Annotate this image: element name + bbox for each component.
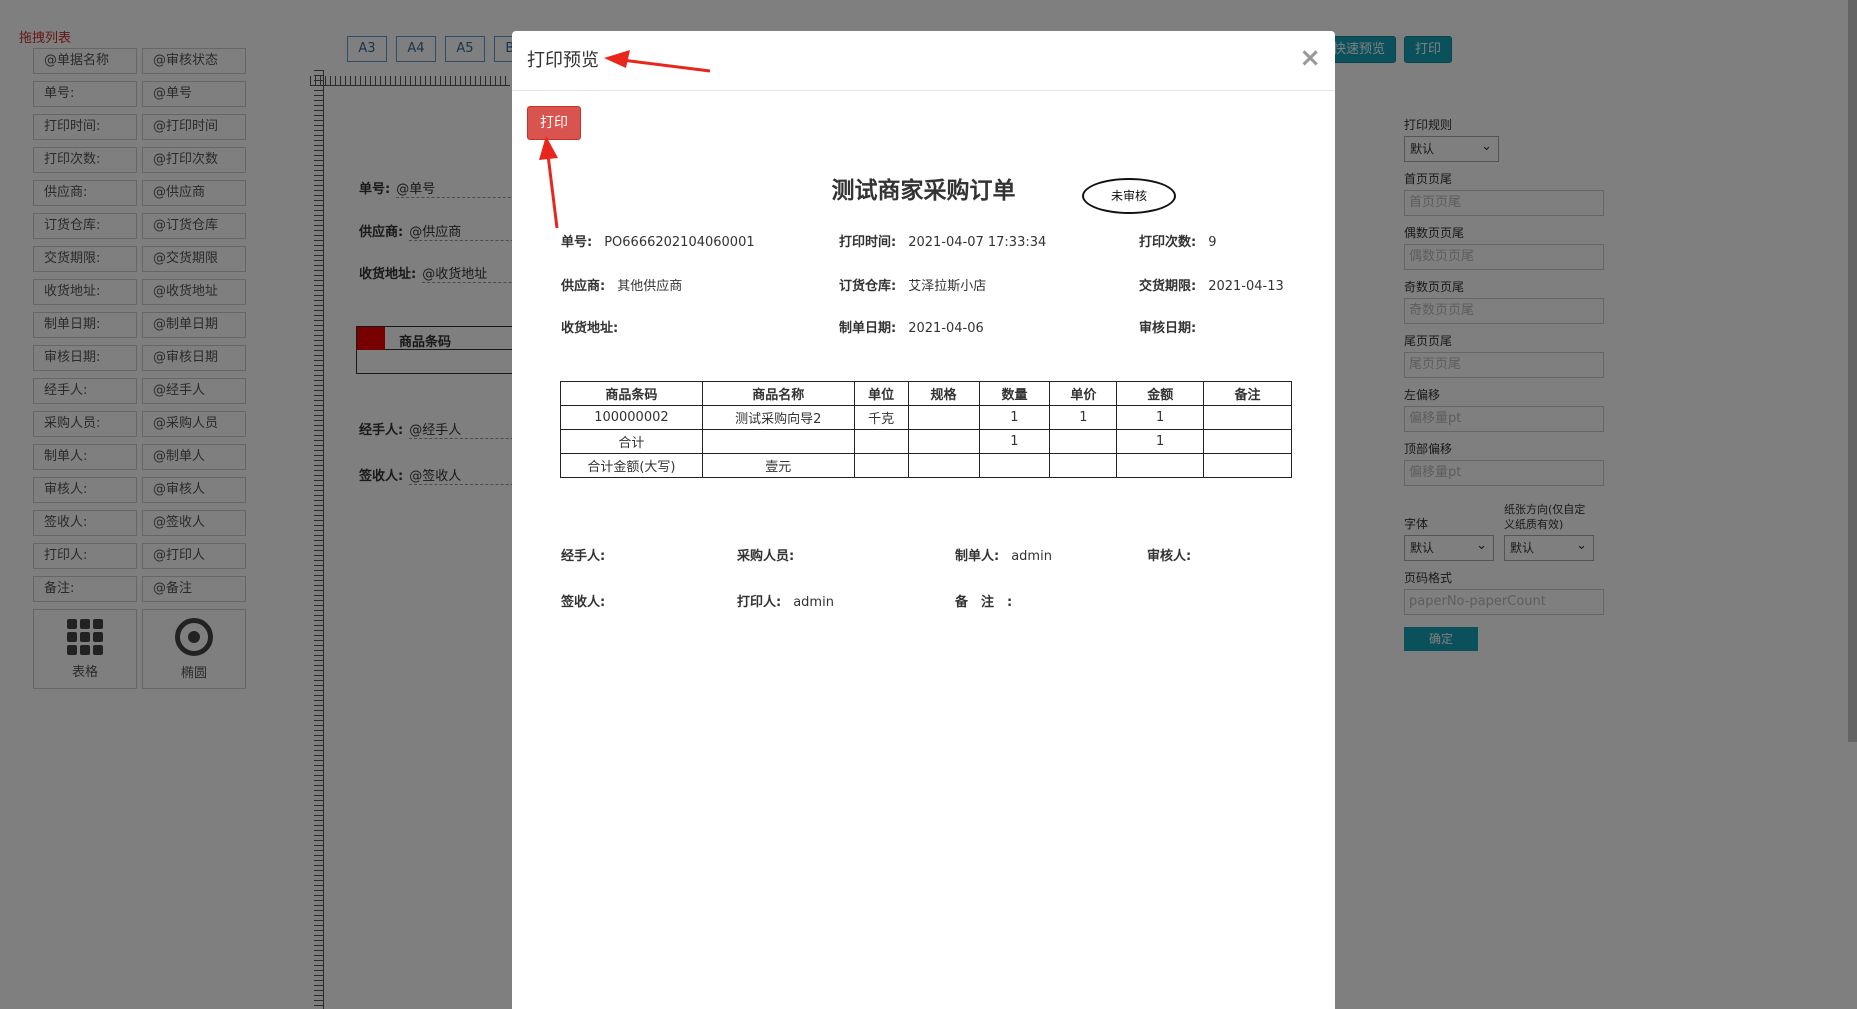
annotation-arrow-title — [604, 50, 711, 73]
annotation-arrow-print — [539, 136, 559, 229]
annotation-arrows — [539, 50, 711, 229]
